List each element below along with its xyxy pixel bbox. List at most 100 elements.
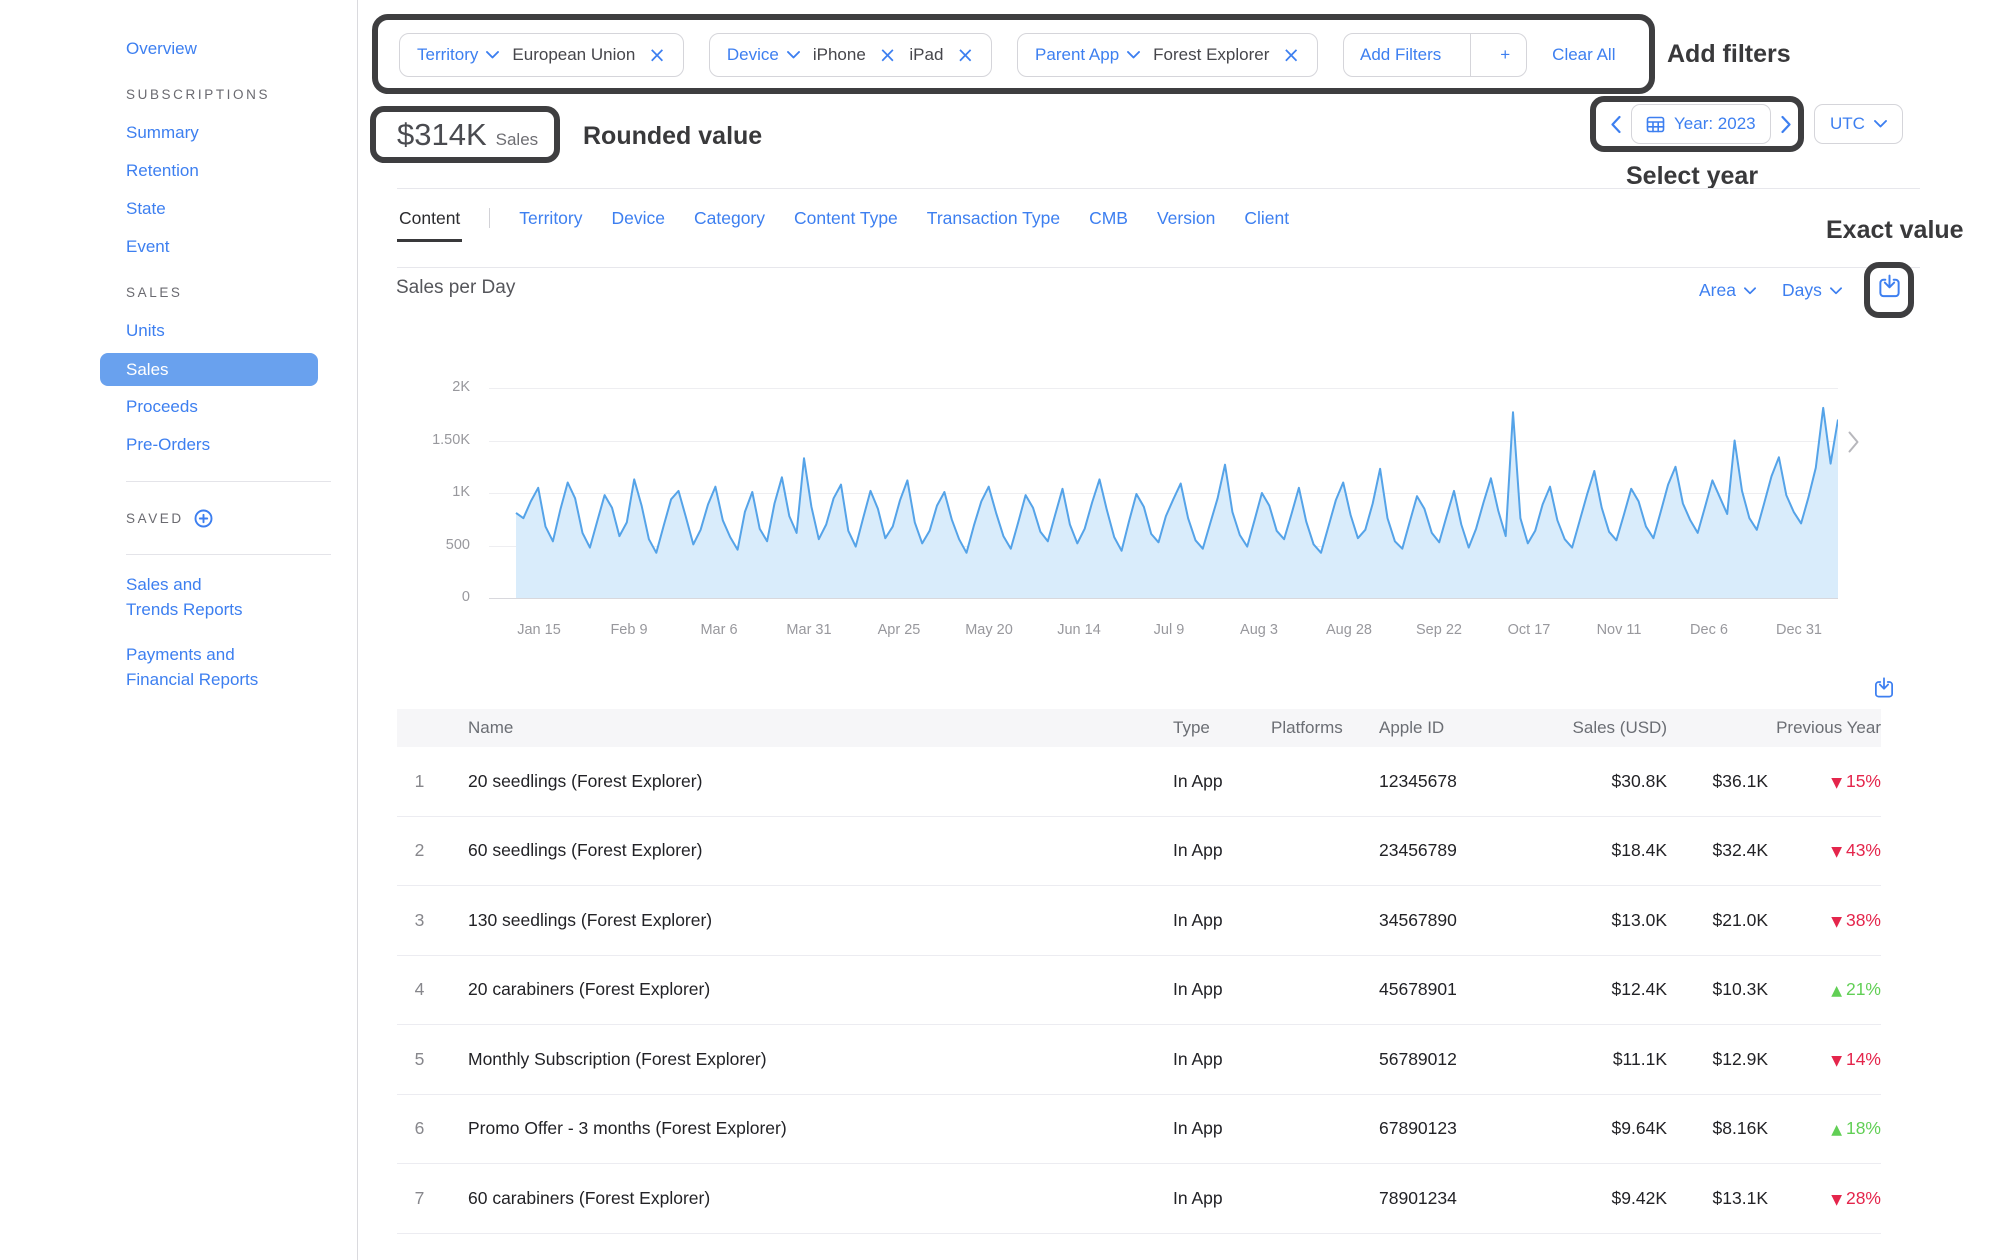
change-percent: 21%	[1846, 979, 1881, 999]
add-filters-button-group: Add Filters +	[1343, 33, 1527, 77]
sidebar-item-event[interactable]: Event	[126, 228, 331, 266]
year-picker-label: Year: 2023	[1674, 114, 1756, 134]
clear-all-button[interactable]: Clear All	[1552, 45, 1615, 65]
device-filter-value-iphone: iPhone	[813, 45, 866, 65]
territory-filter-label: Territory	[417, 45, 478, 65]
apple-id: 12345678	[1379, 771, 1564, 792]
tab-version[interactable]: Version	[1157, 208, 1215, 229]
territory-filter-pill[interactable]: Territory European Union ×	[399, 33, 684, 77]
parent-app-filter-pill[interactable]: Parent App Forest Explorer ×	[1017, 33, 1318, 77]
y-axis-tick: 500	[404, 537, 470, 553]
sidebar-item-units[interactable]: Units	[126, 312, 331, 350]
sidebar-item-payments-financial-reports[interactable]: Payments and Financial Reports	[126, 642, 266, 692]
timezone-dropdown[interactable]: UTC	[1814, 104, 1903, 144]
table-row[interactable]: 7 60 carabiners (Forest Explorer) In App…	[397, 1164, 1881, 1234]
next-year-button[interactable]	[1780, 115, 1792, 134]
tab-cmb[interactable]: CMB	[1089, 208, 1128, 229]
table-row[interactable]: 5 Monthly Subscription (Forest Explorer)…	[397, 1025, 1881, 1095]
divider	[397, 188, 1920, 189]
previous-year-button[interactable]	[1610, 115, 1622, 134]
sidebar-item-preorders[interactable]: Pre-Orders	[126, 426, 331, 464]
x-axis-tick: Dec 6	[1669, 622, 1749, 638]
x-axis-tick: Jun 14	[1039, 622, 1119, 638]
tab-client[interactable]: Client	[1244, 208, 1289, 229]
sales-value: $9.42K	[1564, 1188, 1667, 1209]
y-axis-tick: 2K	[404, 379, 470, 395]
chart-scroll-right-button[interactable]	[1847, 430, 1860, 454]
apple-id: 23456789	[1379, 840, 1564, 861]
year-picker-button[interactable]: Year: 2023	[1631, 104, 1771, 144]
parent-app-filter-dropdown[interactable]: Parent App	[1035, 45, 1140, 65]
chart-title: Sales per Day	[396, 277, 515, 299]
sidebar-section-sales: SALES	[126, 274, 331, 312]
remove-iphone-filter-icon[interactable]: ×	[879, 45, 897, 66]
tab-transaction-type[interactable]: Transaction Type	[927, 208, 1060, 229]
territory-filter-dropdown[interactable]: Territory	[417, 45, 499, 65]
row-number: 7	[397, 1188, 442, 1209]
area-chart-plot[interactable]	[489, 388, 1838, 599]
chevron-down-icon	[1744, 287, 1756, 295]
product-type: In App	[1173, 840, 1271, 861]
table-row[interactable]: 3 130 seedlings (Forest Explorer) In App…	[397, 886, 1881, 956]
divider	[397, 267, 1920, 268]
sidebar-divider	[126, 481, 331, 482]
sales-value: $11.1K	[1564, 1049, 1667, 1070]
table-row[interactable]: 6 Promo Offer - 3 months (Forest Explore…	[397, 1095, 1881, 1165]
x-axis-tick: Jan 15	[499, 622, 579, 638]
change-arrow-icon	[1831, 983, 1842, 999]
add-filters-button[interactable]: Add Filters	[1344, 34, 1457, 76]
tab-category[interactable]: Category	[694, 208, 765, 229]
header-type: Type	[1173, 718, 1271, 738]
product-type: In App	[1173, 1188, 1271, 1209]
previous-year-value: $36.1K	[1667, 771, 1768, 792]
sidebar-section-subscriptions: SUBSCRIPTIONS	[126, 76, 331, 114]
sidebar-item-sales-selected[interactable]: Sales	[100, 353, 318, 386]
change-badge: 28%	[1768, 1188, 1881, 1209]
y-axis-tick: 1K	[404, 484, 470, 500]
table-row[interactable]: 2 60 seedlings (Forest Explorer) In App …	[397, 817, 1881, 887]
sidebar-item-state[interactable]: State	[126, 190, 331, 228]
chevron-down-icon	[1830, 287, 1842, 295]
device-filter-pill[interactable]: Device iPhone × iPad ×	[709, 33, 992, 77]
sidebar-item-summary[interactable]: Summary	[126, 114, 331, 152]
table-row[interactable]: 4 20 carabiners (Forest Explorer) In App…	[397, 956, 1881, 1026]
chart-download-button[interactable]	[1876, 273, 1903, 300]
sidebar-item-retention[interactable]: Retention	[126, 152, 331, 190]
download-icon	[1876, 273, 1903, 300]
tab-device[interactable]: Device	[612, 208, 666, 229]
sidebar-item-sales-trends-reports[interactable]: Sales and Trends Reports	[126, 572, 256, 622]
table-row[interactable]: 1 20 seedlings (Forest Explorer) In App …	[397, 747, 1881, 817]
apple-id: 45678901	[1379, 979, 1564, 1000]
sales-value: $13.0K	[1564, 910, 1667, 931]
change-arrow-icon	[1831, 1053, 1842, 1069]
year-selector: Year: 2023	[1610, 104, 1792, 144]
previous-year-value: $10.3K	[1667, 979, 1768, 1000]
y-axis-tick: 1.50K	[404, 432, 470, 448]
remove-territory-filter-icon[interactable]: ×	[648, 45, 666, 66]
chart-granularity-dropdown[interactable]: Days	[1782, 280, 1842, 301]
sales-value: $12.4K	[1564, 979, 1667, 1000]
sidebar-item-proceeds[interactable]: Proceeds	[126, 388, 331, 426]
add-filter-plus-button[interactable]: +	[1484, 34, 1526, 76]
chart-type-dropdown[interactable]: Area	[1699, 280, 1756, 301]
previous-year-value: $12.9K	[1667, 1049, 1768, 1070]
tab-content-type[interactable]: Content Type	[794, 208, 898, 229]
sales-total-unit: Sales	[496, 130, 539, 150]
tab-content[interactable]: Content	[399, 208, 460, 229]
chevron-down-icon	[1127, 51, 1140, 59]
sidebar-item-overview[interactable]: Overview	[126, 30, 331, 68]
remove-ipad-filter-icon[interactable]: ×	[956, 45, 974, 66]
x-axis-tick: Apr 25	[859, 622, 939, 638]
add-saved-button[interactable]	[194, 509, 213, 528]
parent-app-filter-label: Parent App	[1035, 45, 1119, 65]
table-download-button[interactable]	[1872, 676, 1896, 700]
divider	[1470, 33, 1471, 77]
remove-parent-app-filter-icon[interactable]: ×	[1282, 45, 1300, 66]
product-type: In App	[1173, 771, 1271, 792]
calendar-grid-icon	[1646, 115, 1665, 134]
change-percent: 28%	[1846, 1188, 1881, 1208]
device-filter-dropdown[interactable]: Device	[727, 45, 800, 65]
chevron-down-icon	[787, 51, 800, 59]
tab-territory[interactable]: Territory	[519, 208, 582, 229]
change-badge: 38%	[1768, 910, 1881, 931]
